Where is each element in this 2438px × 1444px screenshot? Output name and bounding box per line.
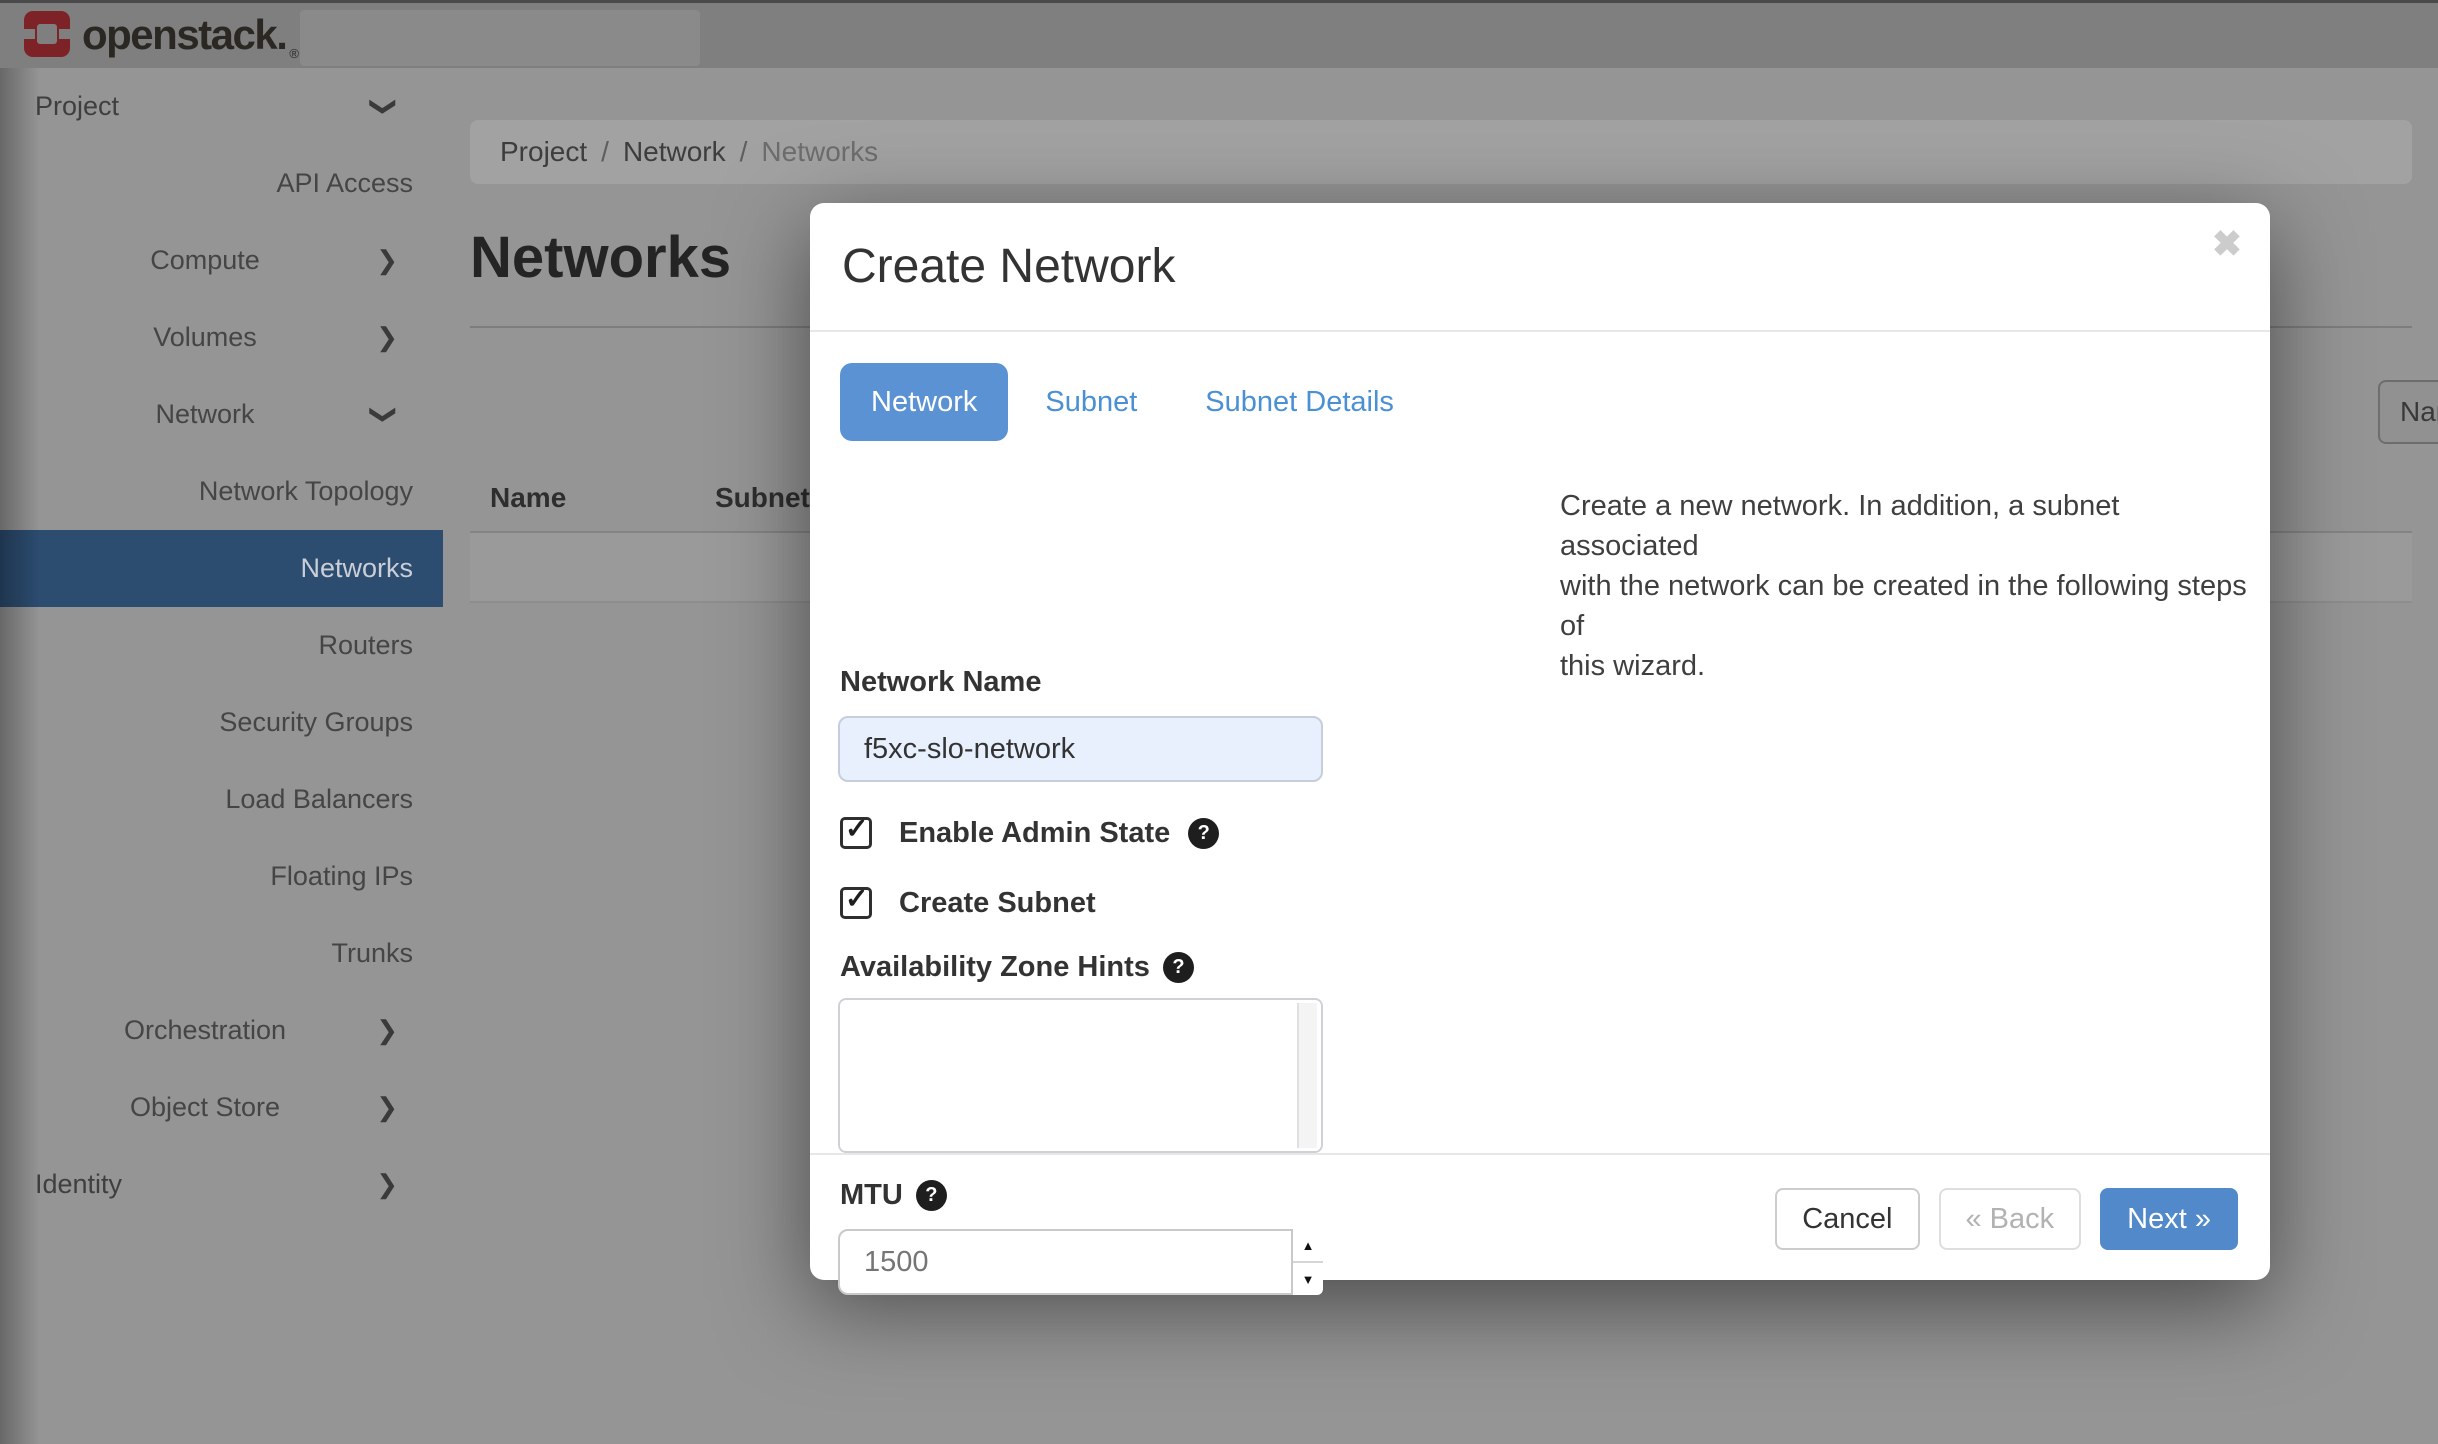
modal-footer-divider — [810, 1153, 2270, 1155]
sidebar-item-load-balancers[interactable]: Load Balancers — [0, 761, 443, 838]
stepper-up-icon[interactable]: ▲ — [1293, 1229, 1323, 1261]
enable-admin-state-checkbox[interactable]: ✓ — [840, 817, 872, 849]
registered-trademark: ® — [289, 46, 299, 61]
chevron-down-icon: ❯ — [346, 96, 423, 118]
modal-footer-buttons: Cancel « Back Next » — [1775, 1188, 2238, 1250]
chevron-right-icon: ❯ — [376, 222, 398, 299]
chevron-down-icon: ❯ — [346, 404, 423, 426]
sidebar-item-volumes[interactable]: Volumes ❯ — [0, 299, 443, 376]
sidebar-item-security-groups[interactable]: Security Groups — [0, 684, 443, 761]
close-icon[interactable]: ✖ — [2212, 223, 2242, 265]
wizard-help-text: Create a new network. In addition, a sub… — [1560, 486, 2260, 686]
help-icon[interactable]: ? — [1163, 952, 1194, 983]
network-name-input[interactable] — [838, 716, 1323, 782]
sidebar-item-floating-ips[interactable]: Floating IPs — [0, 838, 443, 915]
create-subnet-label: Create Subnet — [899, 887, 1096, 920]
mtu-row: MTU ? — [840, 1179, 947, 1212]
sidebar-item-api-access[interactable]: API Access — [0, 145, 443, 222]
network-name-label: Network Name — [840, 666, 1041, 699]
availability-zone-hints-label: Availability Zone Hints — [840, 951, 1150, 984]
brand-wordmark[interactable]: openstack.® — [82, 0, 296, 68]
breadcrumb-network[interactable]: Network — [623, 136, 726, 168]
breadcrumb: Project / Network / Networks — [470, 120, 2412, 184]
chevron-right-icon: ❯ — [376, 1069, 398, 1146]
sidebar-item-orchestration[interactable]: Orchestration ❯ — [0, 992, 443, 1069]
modal-header-divider — [810, 330, 2270, 332]
tab-subnet-details[interactable]: Subnet Details — [1174, 363, 1425, 441]
filter-dropdown[interactable]: Name — [2378, 380, 2438, 444]
sidebar-item-object-store[interactable]: Object Store ❯ — [0, 1069, 443, 1146]
topbar-top-strip — [0, 0, 2438, 3]
checkmark-icon: ✓ — [845, 882, 868, 915]
stepper-down-icon[interactable]: ▼ — [1293, 1263, 1323, 1295]
table-header-name[interactable]: Name — [490, 482, 566, 514]
top-navbar: openstack.® — [0, 0, 2438, 68]
sidebar-item-networks[interactable]: Networks — [0, 530, 443, 607]
sidebar-item-identity[interactable]: Identity ❯ — [0, 1146, 443, 1223]
checkmark-icon: ✓ — [845, 812, 868, 845]
availability-zone-hints-row: Availability Zone Hints ? — [840, 951, 1194, 984]
cancel-button[interactable]: Cancel — [1775, 1188, 1919, 1250]
enable-admin-state-row: ✓ Enable Admin State ? — [840, 815, 1219, 851]
next-button[interactable]: Next » — [2100, 1188, 2238, 1250]
enable-admin-state-label: Enable Admin State — [899, 817, 1170, 850]
chevron-right-icon: ❯ — [376, 992, 398, 1069]
mtu-input[interactable] — [838, 1229, 1323, 1295]
sidebar-item-compute[interactable]: Compute ❯ — [0, 222, 443, 299]
chevron-right-icon: ❯ — [376, 1146, 398, 1223]
chevron-right-icon: ❯ — [376, 299, 398, 376]
screen: openstack.® Project ❯ API Access Compute… — [0, 0, 2438, 1444]
sidebar-item-project[interactable]: Project ❯ — [0, 68, 443, 145]
breadcrumb-networks: Networks — [761, 136, 878, 168]
page-title: Networks — [470, 224, 731, 291]
tab-network[interactable]: Network — [840, 363, 1008, 441]
modal-title: Create Network — [842, 239, 1175, 294]
wizard-tabs: Network Subnet Subnet Details — [840, 363, 1425, 441]
openstack-logo-icon[interactable] — [24, 11, 70, 57]
sidebar: Project ❯ API Access Compute ❯ Volumes ❯… — [0, 68, 443, 1444]
back-button[interactable]: « Back — [1939, 1188, 2082, 1250]
sidebar-item-routers[interactable]: Routers — [0, 607, 443, 684]
sidebar-item-network[interactable]: Network ❯ — [0, 376, 443, 453]
help-icon[interactable]: ? — [1188, 818, 1219, 849]
create-network-modal: Create Network ✖ Network Subnet Subnet D… — [810, 203, 2270, 1280]
sidebar-item-network-topology[interactable]: Network Topology — [0, 453, 443, 530]
scrollbar-track[interactable] — [1297, 1003, 1317, 1148]
tab-subnet[interactable]: Subnet — [1014, 363, 1168, 441]
breadcrumb-project[interactable]: Project — [500, 136, 587, 168]
create-subnet-checkbox[interactable]: ✓ — [840, 887, 872, 919]
mtu-stepper: ▲ ▼ — [1291, 1229, 1323, 1295]
availability-zone-hints-listbox[interactable] — [838, 998, 1323, 1153]
help-icon[interactable]: ? — [916, 1180, 947, 1211]
topbar-context-box[interactable] — [300, 10, 700, 66]
sidebar-item-trunks[interactable]: Trunks — [0, 915, 443, 992]
mtu-label: MTU — [840, 1179, 903, 1212]
create-subnet-row: ✓ Create Subnet — [840, 885, 1096, 921]
table-header-subnets[interactable]: Subnets — [715, 482, 825, 514]
